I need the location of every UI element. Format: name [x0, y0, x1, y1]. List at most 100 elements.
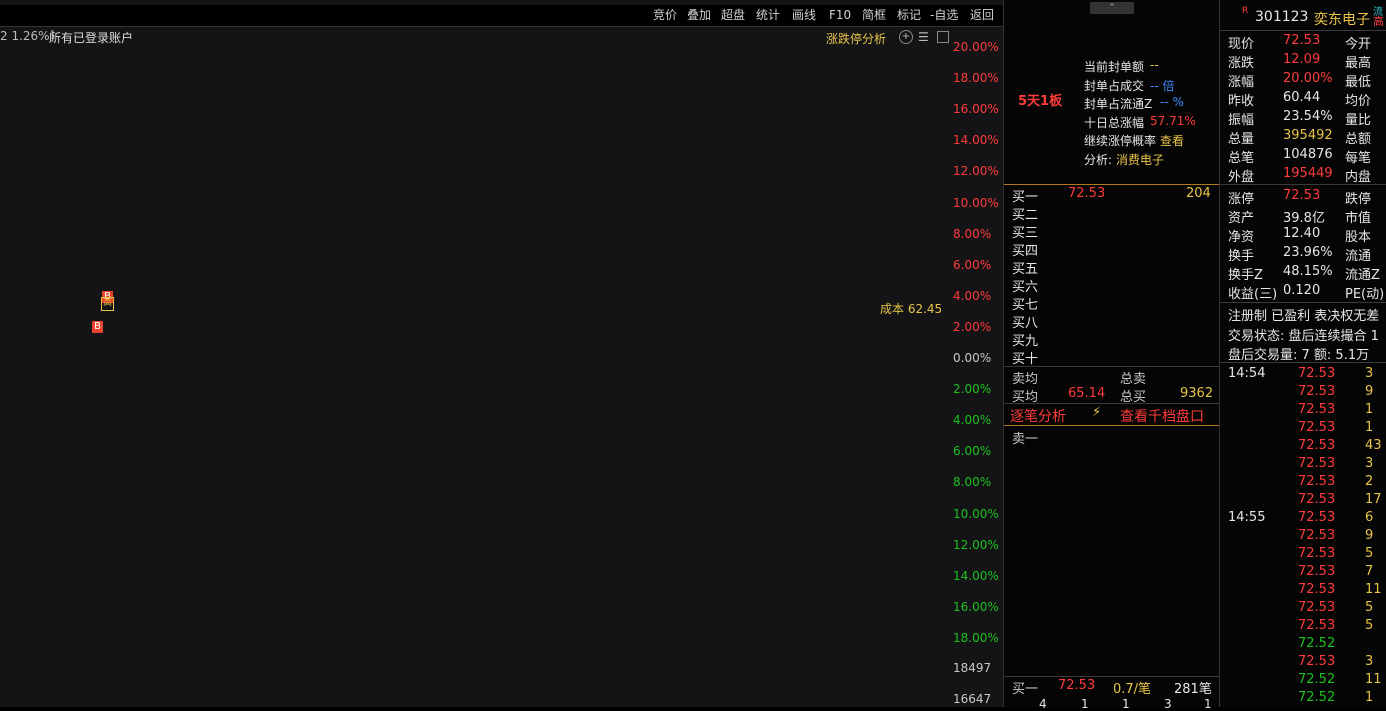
tick-volume: 3	[1365, 456, 1374, 471]
stat-label: 换手Z	[1228, 268, 1263, 283]
bottom-avg-per-trade: 0.7/笔	[1113, 682, 1152, 697]
tick-volume: 17	[1365, 492, 1382, 507]
stat-value: 104876	[1283, 147, 1333, 162]
info-value: -- 倍	[1150, 78, 1175, 93]
tick-price: 72.52	[1298, 690, 1336, 705]
draw-line-button[interactable]: 画线	[792, 7, 816, 24]
square-icon[interactable]	[937, 31, 949, 43]
chart-pct-text: 2 1.26%]	[0, 29, 55, 43]
stat-label: 振幅	[1228, 113, 1255, 128]
tick-volume: 9	[1365, 384, 1374, 399]
pct-axis-label: 6.00%	[953, 257, 992, 272]
stat-label: 均价	[1345, 94, 1372, 109]
info-label: 封单占成交	[1084, 78, 1145, 93]
sell-one-label: 卖一	[1012, 432, 1039, 447]
buy-level-price: 72.53	[1068, 186, 1106, 201]
intraday-chart[interactable]	[0, 0, 1003, 707]
info-value: 57.71%	[1150, 113, 1196, 128]
bottom-trade-count: 281笔	[1174, 682, 1212, 697]
tick-volume: 2	[1365, 474, 1374, 489]
tick-price: 72.53	[1298, 654, 1336, 669]
pct-axis-label: 2.00%	[953, 382, 992, 397]
overlay-button[interactable]: 叠加	[687, 7, 711, 24]
stat-label: 净资	[1228, 230, 1255, 245]
chart-toolbar: 竞价 叠加 超盘 统计 画线 F10 简框 标记 -自选 返回	[0, 5, 1003, 27]
plus-circle-icon[interactable]: +	[899, 30, 913, 44]
stat-value: 48.15%	[1283, 264, 1333, 279]
mark-button[interactable]: 标记	[897, 7, 921, 24]
buy-level-volume: 204	[1186, 186, 1211, 201]
queue-cell: 3	[1164, 697, 1172, 711]
stat-value: 72.53	[1283, 188, 1321, 203]
volume-axis-label: 18497	[953, 661, 992, 675]
stock-code[interactable]: 301123	[1255, 9, 1308, 25]
buy-level-label: 买一	[1012, 190, 1039, 205]
tick-price: 72.52	[1298, 672, 1336, 687]
up-arrow-icon[interactable]: ⌃	[1090, 2, 1134, 14]
high-marker: 高	[101, 297, 114, 311]
stat-label: 最低	[1345, 75, 1372, 90]
stat-value: 0.120	[1283, 283, 1321, 298]
pct-axis-label: 6.00%	[953, 444, 992, 459]
tick-price: 72.52	[1298, 636, 1336, 651]
stat-label: 最高	[1345, 56, 1372, 71]
queue-cell: 4	[1039, 697, 1047, 711]
pct-axis-label: 20.00%	[953, 40, 999, 54]
info-value[interactable]: 消费电子	[1116, 151, 1164, 168]
stat-label: 跌停	[1345, 192, 1372, 207]
stock-name[interactable]: 奕东电子	[1314, 9, 1370, 29]
info-value[interactable]: 查看	[1160, 132, 1184, 149]
cost-label: 成本 62.45	[880, 302, 943, 316]
bid-button[interactable]: 竞价	[653, 7, 677, 24]
tick-volume: 1	[1365, 402, 1374, 417]
stat-label: 昨收	[1228, 94, 1255, 109]
menu-icon[interactable]: ☰	[918, 30, 929, 44]
stat-label: 总额	[1345, 132, 1372, 147]
tick-price: 72.53	[1298, 366, 1336, 381]
chart-canvas[interactable]	[0, 0, 1003, 707]
stat-label: 流通	[1345, 249, 1372, 264]
tick-analysis-tab[interactable]: 逐笔分析	[1010, 406, 1066, 426]
thousand-levels-link[interactable]: 查看千档盘口	[1120, 406, 1204, 426]
r-badge: R	[1242, 6, 1249, 16]
bottom-buy-label: 买一	[1012, 682, 1039, 697]
buy-level-label: 买六	[1012, 280, 1039, 295]
buy-marker[interactable]: B	[92, 321, 103, 333]
info-label: 十日总涨幅	[1084, 115, 1145, 130]
total-buy-value: 9362	[1180, 386, 1214, 401]
account-label: 所有已登录账户	[49, 31, 134, 45]
super-board-button[interactable]: 超盘	[721, 7, 745, 24]
stat-value: 39.8亿	[1283, 211, 1325, 226]
tick-volume: 5	[1365, 618, 1374, 633]
registration-text: 注册制 已盈利 表决权无差	[1228, 309, 1380, 324]
high-tag: 高	[1373, 15, 1384, 28]
tick-volume: 11	[1365, 582, 1382, 597]
tick-volume: 43	[1365, 438, 1382, 453]
simple-frame-button[interactable]: 简框	[862, 7, 886, 24]
stat-value: 72.53	[1283, 33, 1321, 48]
info-value: --	[1150, 58, 1159, 72]
pct-axis-label: 4.00%	[953, 413, 992, 428]
back-button[interactable]: 返回	[970, 7, 994, 24]
tick-volume: 11	[1365, 672, 1382, 687]
pct-axis-label: 12.00%	[953, 164, 999, 179]
f10-button[interactable]: F10	[829, 7, 851, 24]
pct-axis-label: 2.00%	[953, 319, 992, 334]
pct-axis-label: 12.00%	[953, 537, 999, 552]
stat-label: 市值	[1345, 211, 1372, 226]
stat-label: 换手	[1228, 249, 1255, 264]
pct-axis-label: 8.00%	[953, 475, 992, 490]
stats-button[interactable]: 统计	[756, 7, 780, 24]
stat-label: 内盘	[1345, 170, 1372, 185]
stat-label: 流通Z	[1345, 268, 1380, 283]
stat-label: 每笔	[1345, 151, 1372, 166]
stat-value: 12.40	[1283, 226, 1321, 241]
stat-label: 总笔	[1228, 151, 1255, 166]
limit-analysis-link[interactable]: 涨跌停分析	[826, 30, 886, 47]
remove-watchlist-button[interactable]: -自选	[930, 7, 958, 24]
tick-volume: 6	[1365, 510, 1374, 525]
stat-value: 23.96%	[1283, 245, 1333, 260]
tick-price: 72.53	[1298, 384, 1336, 399]
tick-price: 72.53	[1298, 618, 1336, 633]
trade-status: 交易状态: 盘后连续撮合 1	[1228, 329, 1379, 344]
